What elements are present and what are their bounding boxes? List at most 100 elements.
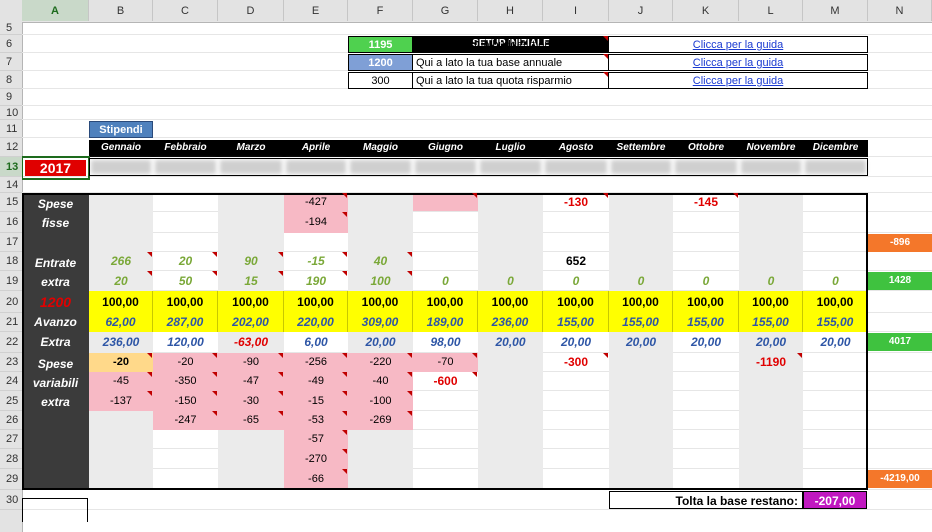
column-header-g[interactable]: G — [413, 0, 478, 22]
row-header-22[interactable]: 22 — [0, 332, 22, 353]
row-header-25[interactable]: 25 — [0, 391, 22, 411]
comment-indicator — [342, 391, 347, 396]
comment-indicator — [212, 353, 217, 358]
column-header-b[interactable]: B — [89, 0, 153, 22]
a30-box — [22, 498, 88, 522]
row-header-19[interactable]: 19 — [0, 271, 22, 291]
comment-indicator — [407, 252, 412, 257]
month-header-aprile: Aprile — [284, 140, 348, 157]
guide-link-1[interactable]: Clicca per la guida — [693, 39, 784, 51]
row-header-5[interactable]: 5 — [0, 22, 22, 35]
row-header-13[interactable]: 13 — [0, 157, 22, 177]
row-header-30[interactable]: 30 — [0, 490, 22, 510]
row-header-23[interactable]: 23 — [0, 353, 22, 372]
month-header-dicembre: Dicembre — [803, 140, 868, 157]
guide-link-2[interactable]: Clicca per la guida — [693, 57, 784, 69]
column-header-d[interactable]: D — [218, 0, 284, 22]
row-header-7[interactable]: 7 — [0, 53, 22, 71]
column-header-m[interactable]: M — [803, 0, 868, 22]
side-total-r22[interactable]: 4017 — [868, 333, 932, 351]
month-header-febbraio: Febbraio — [153, 140, 218, 157]
comment-indicator — [407, 411, 412, 416]
comment-indicator — [407, 271, 412, 276]
row-header-18[interactable]: 18 — [0, 252, 22, 271]
side-total-r19[interactable]: 1428 — [868, 272, 932, 290]
row-header-21[interactable]: 21 — [0, 313, 22, 332]
footer-label: Tolta la base restano: — [609, 491, 803, 509]
side-total-r29[interactable]: -4219,00 — [868, 470, 932, 488]
column-header-e[interactable]: E — [284, 0, 348, 22]
row-header-15[interactable]: 15 — [0, 193, 22, 212]
comment-indicator — [733, 193, 738, 198]
comment-indicator — [472, 372, 477, 377]
setup-value-2[interactable]: 1200 — [348, 54, 413, 71]
month-header-novembre: Novembre — [739, 140, 803, 157]
gridline — [22, 119, 932, 120]
comment-indicator — [212, 252, 217, 257]
comment-indicator — [212, 411, 217, 416]
column-header-n[interactable]: N — [868, 0, 932, 22]
row-header-26[interactable]: 26 — [0, 411, 22, 430]
column-header-bar: ABCDEFGHIJKLMN — [0, 0, 932, 23]
row-header-6[interactable]: 6 — [0, 35, 22, 53]
comment-indicator — [212, 271, 217, 276]
comment-indicator — [407, 391, 412, 396]
comment-indicator — [342, 449, 347, 454]
month-header-luglio: Luglio — [478, 140, 543, 157]
comment-indicator — [603, 54, 608, 59]
gridline — [22, 509, 932, 510]
side-total-r17[interactable]: -896 — [868, 234, 932, 252]
month-header-giugno: Giugno — [413, 140, 478, 157]
setup-description-1: Qui a lato il tuo budget mensile — [413, 36, 609, 53]
column-header-h[interactable]: H — [478, 0, 543, 22]
comment-indicator — [342, 430, 347, 435]
row-header-20[interactable]: 20 — [0, 291, 22, 313]
row-header-16[interactable]: 16 — [0, 212, 22, 233]
month-header-ottobre: Ottobre — [673, 140, 739, 157]
comment-indicator — [278, 271, 283, 276]
row-header-17[interactable]: 17 — [0, 233, 22, 252]
comment-indicator — [212, 372, 217, 377]
column-header-l[interactable]: L — [739, 0, 803, 22]
comment-indicator — [603, 353, 608, 358]
comment-indicator — [342, 411, 347, 416]
gridline — [22, 137, 932, 138]
column-header-j[interactable]: J — [609, 0, 673, 22]
setup-value-1[interactable]: 1195 — [348, 36, 413, 53]
row-header-10[interactable]: 10 — [0, 106, 22, 120]
comment-indicator — [342, 252, 347, 257]
comment-indicator — [342, 469, 347, 474]
row-header-29[interactable]: 29 — [0, 469, 22, 490]
guide-link-3[interactable]: Clicca per la guida — [693, 75, 784, 87]
column-header-k[interactable]: K — [673, 0, 739, 22]
row-header-14[interactable]: 14 — [0, 177, 22, 193]
setup-link-cell-3: Clicca per la guida — [609, 72, 868, 89]
column-header-c[interactable]: C — [153, 0, 218, 22]
setup-description-3: Qui a lato la tua quota risparmio — [413, 72, 609, 89]
comment-indicator — [797, 353, 802, 358]
row-header-24[interactable]: 24 — [0, 372, 22, 391]
row-header-12[interactable]: 12 — [0, 138, 22, 157]
setup-link-cell-2: Clicca per la guida — [609, 54, 868, 71]
comment-indicator — [278, 372, 283, 377]
column-header-a[interactable]: A — [22, 0, 89, 22]
row-header-27[interactable]: 27 — [0, 430, 22, 449]
comment-indicator — [603, 36, 608, 41]
setup-value-3[interactable]: 300 — [348, 72, 413, 89]
comment-indicator — [147, 391, 152, 396]
comment-indicator — [278, 252, 283, 257]
row-header-9[interactable]: 9 — [0, 89, 22, 106]
column-header-f[interactable]: F — [348, 0, 413, 22]
month-header-marzo: Marzo — [218, 140, 284, 157]
column-header-i[interactable]: I — [543, 0, 609, 22]
comment-indicator — [603, 193, 608, 198]
footer-total[interactable]: -207,00 — [803, 491, 867, 509]
comment-indicator — [472, 193, 477, 198]
row-header-8[interactable]: 8 — [0, 71, 22, 89]
row-header-28[interactable]: 28 — [0, 449, 22, 469]
row-header-11[interactable]: 11 — [0, 120, 22, 138]
comment-indicator — [407, 353, 412, 358]
year-cell[interactable]: 2017 — [21, 156, 90, 180]
setup-link-cell-1: Clicca per la guida — [609, 36, 868, 53]
section-frame — [22, 193, 868, 490]
